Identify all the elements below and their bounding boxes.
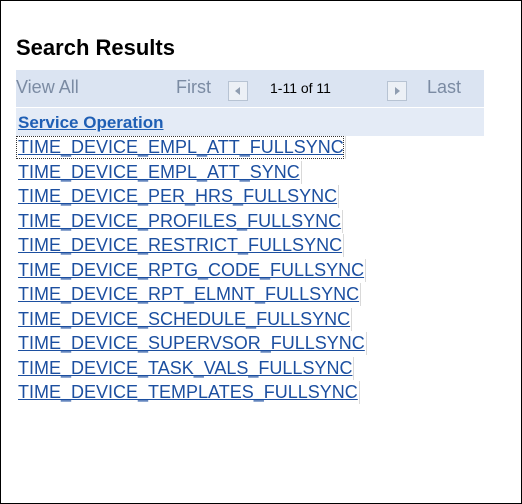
column-header-service-operation: Service Operation (16, 107, 484, 136)
service-operation-link[interactable]: TIME_DEVICE_RPTG_CODE_FULLSYNC (16, 259, 364, 282)
service-operation-link[interactable]: TIME_DEVICE_EMPL_ATT_FULLSYNC (16, 136, 344, 159)
view-all-link[interactable]: View All (16, 77, 79, 98)
table-row: TIME_DEVICE_PER_HRS_FULLSYNC (16, 185, 484, 210)
arrow-left-icon (235, 87, 240, 95)
service-operation-link[interactable]: TIME_DEVICE_SUPERVSOR_FULLSYNC (16, 332, 365, 355)
service-operation-link[interactable]: TIME_DEVICE_PROFILES_FULLSYNC (16, 210, 341, 233)
table-row: TIME_DEVICE_SUPERVSOR_FULLSYNC (16, 332, 484, 357)
table-row: TIME_DEVICE_EMPL_ATT_FULLSYNC (16, 136, 484, 161)
sort-service-operation-link[interactable]: Service Operation (18, 113, 164, 132)
table-row: TIME_DEVICE_SCHEDULE_FULLSYNC (16, 307, 484, 332)
row-count: 1-11 of 11 (270, 80, 331, 96)
service-operation-link[interactable]: TIME_DEVICE_SCHEDULE_FULLSYNC (16, 308, 350, 331)
service-operation-link[interactable]: TIME_DEVICE_PER_HRS_FULLSYNC (16, 185, 337, 208)
first-page-link[interactable]: First (176, 77, 211, 98)
table-row: TIME_DEVICE_RESTRICT_FULLSYNC (16, 234, 484, 259)
arrow-right-icon (395, 87, 400, 95)
table-row: TIME_DEVICE_EMPL_ATT_SYNC (16, 160, 484, 185)
service-operation-link[interactable]: TIME_DEVICE_TASK_VALS_FULLSYNC (16, 357, 352, 380)
table-row: TIME_DEVICE_TASK_VALS_FULLSYNC (16, 356, 484, 381)
service-operation-link[interactable]: TIME_DEVICE_EMPL_ATT_SYNC (16, 161, 300, 184)
service-operation-link[interactable]: TIME_DEVICE_RPT_ELMNT_FULLSYNC (16, 283, 359, 306)
table-row: TIME_DEVICE_RPT_ELMNT_FULLSYNC (16, 283, 484, 308)
last-page-link[interactable]: Last (427, 77, 461, 98)
results-grid: View All First 1-11 of 11 Last Service O… (16, 70, 484, 406)
grid-navigation-bar: View All First 1-11 of 11 Last (16, 70, 484, 107)
previous-page-button[interactable] (228, 81, 248, 101)
table-row: TIME_DEVICE_TEMPLATES_FULLSYNC (16, 381, 484, 406)
table-row: TIME_DEVICE_PROFILES_FULLSYNC (16, 209, 484, 234)
page-title: Search Results (16, 35, 175, 60)
service-operation-link[interactable]: TIME_DEVICE_TEMPLATES_FULLSYNC (16, 381, 358, 404)
search-results-panel: Search Results View All First 1-11 of 11… (0, 0, 522, 504)
next-page-button[interactable] (387, 81, 407, 101)
results-list: TIME_DEVICE_EMPL_ATT_FULLSYNC TIME_DEVICE… (16, 136, 484, 406)
service-operation-link[interactable]: TIME_DEVICE_RESTRICT_FULLSYNC (16, 234, 342, 257)
table-row: TIME_DEVICE_RPTG_CODE_FULLSYNC (16, 258, 484, 283)
